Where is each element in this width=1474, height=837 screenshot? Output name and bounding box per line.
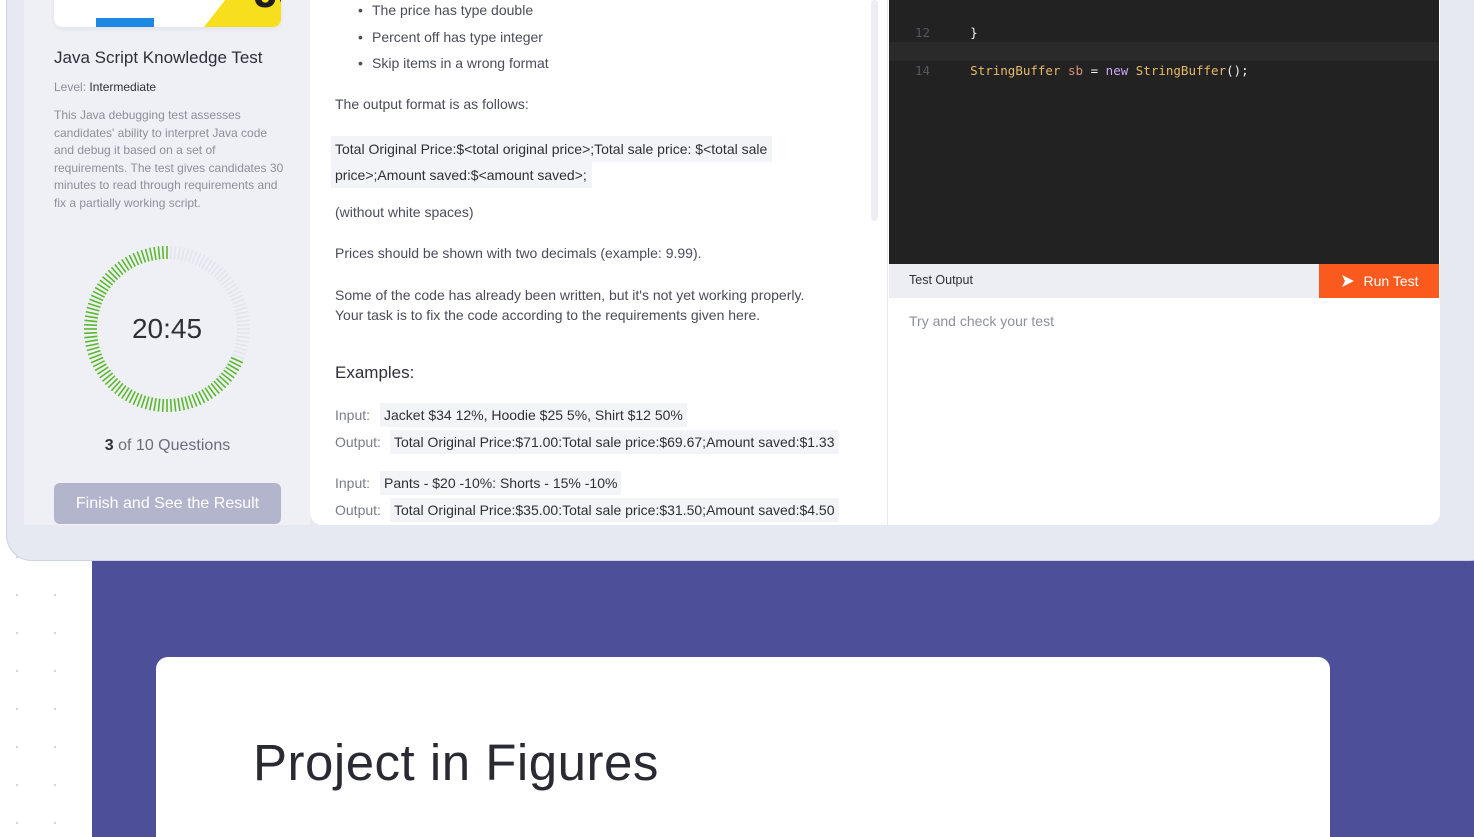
test-title: Java Script Knowledge Test [54,48,263,67]
format-line: Total Original Price:$<total original pr… [331,136,773,162]
example-output: Total Original Price:$35.00:Total sale p… [390,498,839,522]
code-text: StringBuffer sb = new StringBuffer(); [970,63,1249,78]
example-output-label: Output: [335,502,381,518]
level-value: Intermediate [89,80,157,94]
whitespace-note: (without white spaces) [335,204,474,220]
example-input-label: Input: [335,475,371,491]
list-item: Skip items in a wrong format [358,55,549,82]
test-level: Level: Intermediate [54,80,156,94]
logo-blue-bar [96,18,154,27]
play-run-icon [1341,275,1354,287]
code-line-active[interactable]: 14 StringBuffer sb = new StringBuffer(); [889,42,1439,78]
example-input: Pants - $20 -10%: Shorts - 15% -10% [380,471,622,495]
format-line: price>;Amount saved:$<amount saved>; [331,162,592,188]
test-output-title: Test Output [909,273,973,287]
decimals-note: Prices should be shown with two decimals… [335,245,702,261]
example-output: Total Original Price:$71.00:Total sale p… [390,430,839,454]
run-test-button[interactable]: Run Test [1319,264,1439,298]
js-logo: JS [54,0,281,27]
code-line[interactable]: 12 } [889,4,1439,40]
question-progress: 3 of 10 Questions [54,437,281,455]
project-figures-heading: Project in Figures [253,734,659,791]
question-total: of 10 Questions [118,437,231,454]
list-item: The price has type double [358,2,549,29]
level-label: Level: [54,80,87,94]
test-output-placeholder: Try and check your test [909,313,1054,329]
logo-text: JS [254,0,281,18]
test-description: This Java debugging test assesses candid… [54,108,284,210]
output-format-intro: The output format is as follows: [335,96,529,112]
requirements-list: The price has type double Percent off ha… [358,2,549,82]
current-question: 3 [104,437,114,454]
line-number: 14 [915,63,931,78]
example-input-label: Input: [335,407,371,423]
finish-button[interactable]: Finish and See the Result [54,483,281,524]
list-item: Percent off has type integer [358,29,549,56]
examples-heading: Examples: [335,363,415,382]
countdown-timer: 20:45 [83,245,251,413]
instructions-scrollbar[interactable] [871,0,878,221]
code-line[interactable]: 13 int amountSaved = totalPrice-salePric… [889,23,1439,59]
example-input: Jacket $34 12%, Hoodie $25 5%, Shirt $12… [380,403,687,427]
run-test-label: Run Test [1363,273,1419,289]
task-note: Your task is to fix the code according t… [335,307,761,323]
timer-value: 20:45 [131,313,203,344]
task-note: Some of the code has already been writte… [335,287,805,303]
example-output-label: Output: [335,434,381,450]
